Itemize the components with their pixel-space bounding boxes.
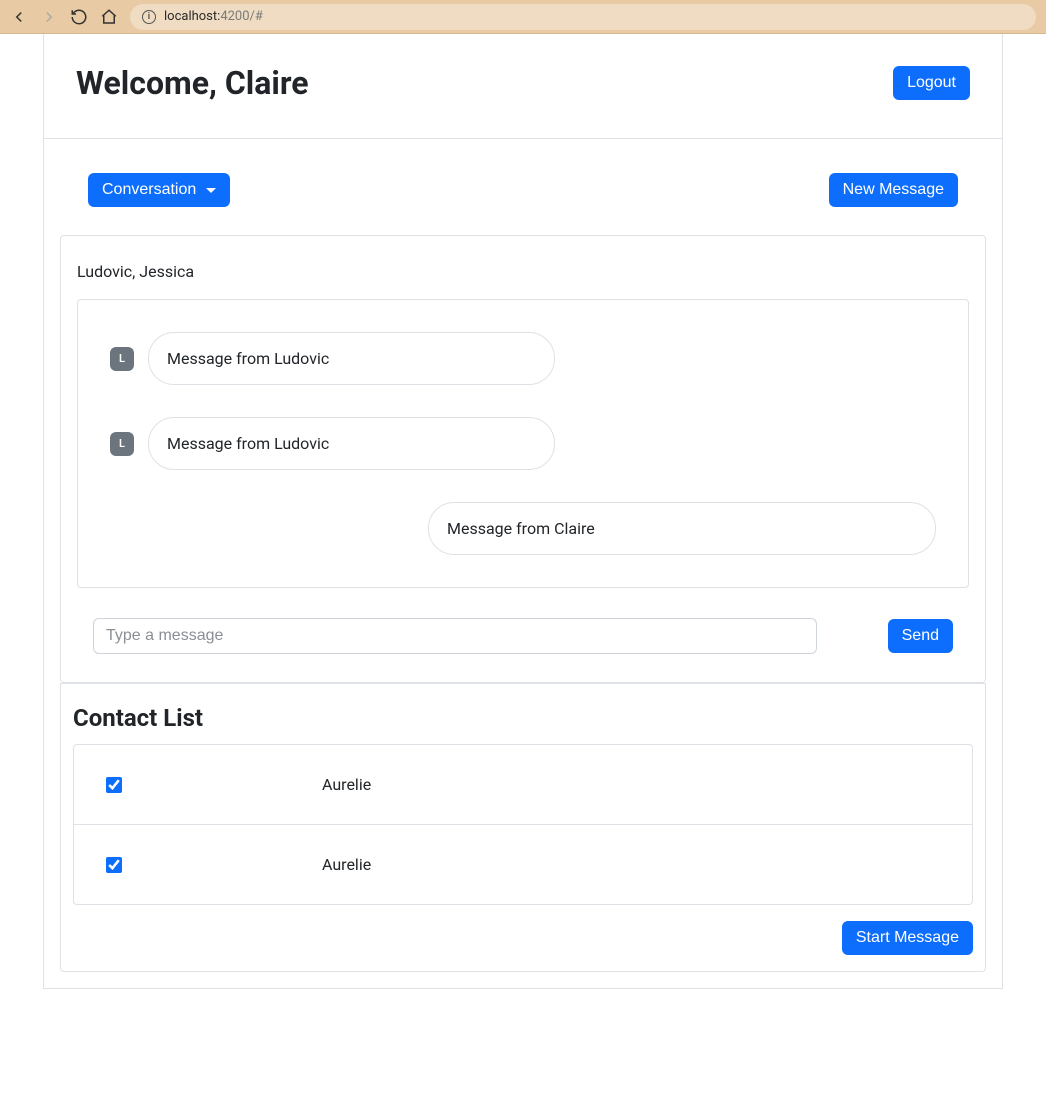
reload-icon[interactable] bbox=[70, 8, 88, 26]
participants-label: Ludovic, Jessica bbox=[77, 252, 969, 299]
start-message-button[interactable]: Start Message bbox=[842, 921, 973, 955]
compose-row: Send bbox=[77, 588, 969, 666]
message-bubble: Message from Ludovic bbox=[148, 417, 555, 470]
message-row: L Message from Ludovic bbox=[110, 332, 936, 385]
message-row: Message from Claire bbox=[110, 502, 936, 555]
new-message-button[interactable]: New Message bbox=[829, 173, 958, 207]
chevron-down-icon bbox=[206, 188, 216, 193]
conversation-dropdown-label: Conversation bbox=[102, 181, 196, 199]
toolbar: Conversation New Message bbox=[44, 139, 1002, 219]
send-button[interactable]: Send bbox=[888, 619, 953, 653]
avatar: L bbox=[110, 432, 134, 456]
home-icon[interactable] bbox=[100, 8, 118, 26]
contact-name: Aurelie bbox=[322, 855, 371, 874]
contact-checkbox[interactable] bbox=[106, 857, 122, 873]
address-bar[interactable]: i localhost:4200/# bbox=[130, 4, 1036, 30]
message-row: L Message from Ludovic bbox=[110, 417, 936, 470]
conversation-panel: Ludovic, Jessica L Message from Ludovic … bbox=[60, 235, 986, 683]
contact-checkbox[interactable] bbox=[106, 777, 122, 793]
avatar: L bbox=[110, 347, 134, 371]
message-input[interactable] bbox=[93, 618, 817, 654]
message-bubble: Message from Ludovic bbox=[148, 332, 555, 385]
message-bubble: Message from Claire bbox=[428, 502, 936, 555]
conversation-dropdown[interactable]: Conversation bbox=[88, 173, 230, 207]
page-title: Welcome, Claire bbox=[76, 64, 309, 102]
url-text: localhost:4200/# bbox=[164, 9, 263, 24]
logout-button[interactable]: Logout bbox=[893, 66, 970, 100]
nav-arrows bbox=[10, 8, 118, 26]
contact-list: Aurelie Aurelie bbox=[73, 744, 973, 905]
contact-name: Aurelie bbox=[322, 775, 371, 794]
info-icon[interactable]: i bbox=[142, 10, 156, 24]
browser-chrome: i localhost:4200/# bbox=[0, 0, 1046, 34]
contact-row: Aurelie bbox=[74, 825, 972, 904]
contact-section: Contact List Aurelie Aurelie Start Messa… bbox=[60, 683, 986, 972]
contact-list-title: Contact List bbox=[73, 696, 973, 744]
url-host: localhost: bbox=[164, 9, 220, 24]
url-rest: 4200/# bbox=[220, 9, 263, 24]
header: Welcome, Claire Logout bbox=[44, 34, 1002, 139]
back-icon[interactable] bbox=[10, 8, 28, 26]
forward-icon bbox=[40, 8, 58, 26]
contact-row: Aurelie bbox=[74, 745, 972, 825]
messages-list: L Message from Ludovic L Message from Lu… bbox=[77, 299, 969, 588]
